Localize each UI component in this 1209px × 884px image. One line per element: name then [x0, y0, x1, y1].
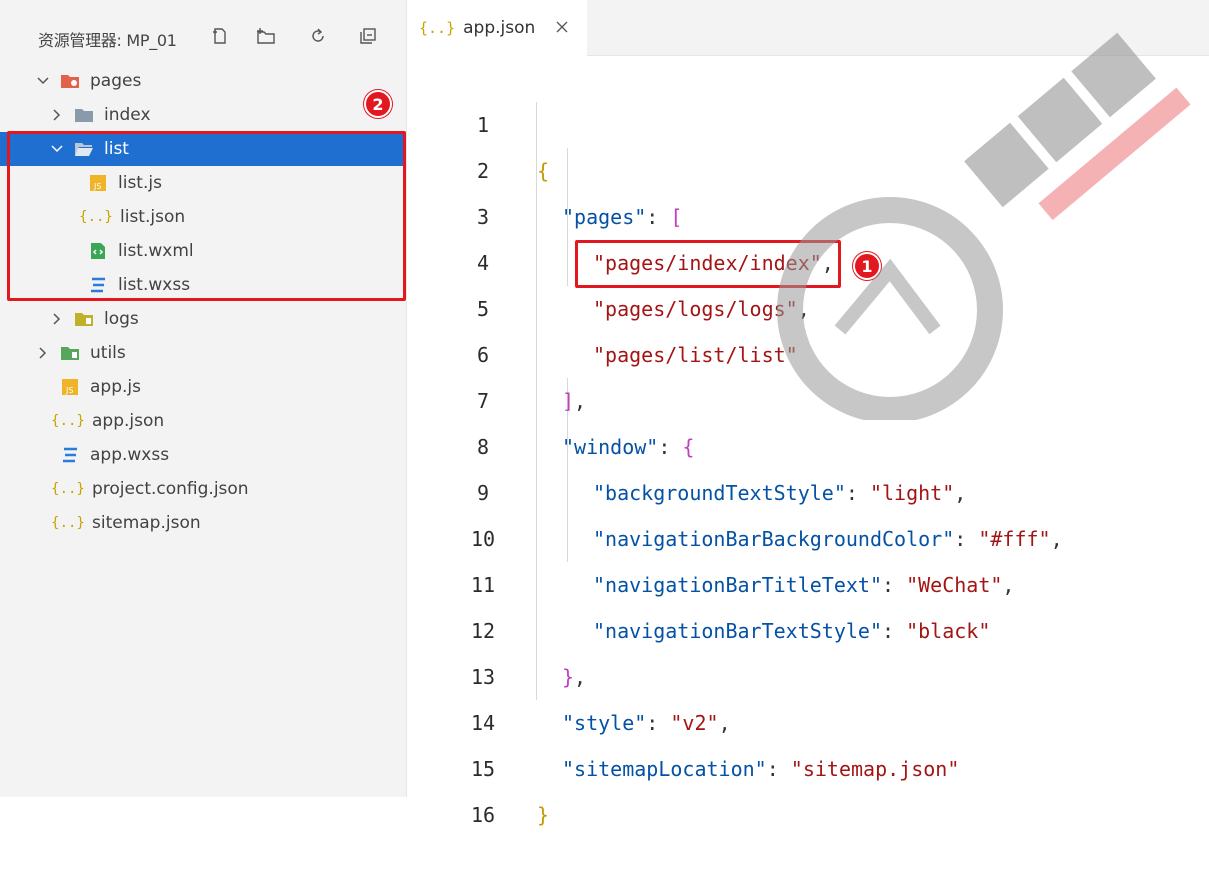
- code-line-14: 14 "sitemapLocation": "sitemap.json": [407, 654, 1209, 781]
- tree-item-list-wxml[interactable]: list.wxml: [0, 234, 406, 268]
- tree-item-label: utils: [90, 343, 126, 363]
- code-line-12: 12 },: [407, 562, 1209, 689]
- new-folder-icon[interactable]: [254, 24, 278, 48]
- tree-item-label: logs: [104, 309, 139, 329]
- explorer-header: 资源管理器: MP_01: [0, 0, 407, 64]
- code-line-2: 2 "pages": [: [407, 102, 1209, 229]
- tree-item-list-json[interactable]: {..} list.json: [0, 200, 406, 234]
- tree-item-app-wxss[interactable]: app.wxss: [0, 438, 406, 472]
- tree-item-label: list.json: [120, 207, 186, 227]
- tree-item-project-config-json[interactable]: {..} project.config.json: [0, 472, 406, 506]
- code-line-5: 5 "pages/list/list": [407, 240, 1209, 367]
- tree-item-label: app.json: [92, 411, 165, 431]
- json-file-icon: {..}: [79, 209, 113, 225]
- tree-item-app-json[interactable]: {..} app.json: [0, 404, 406, 438]
- chevron-right-icon: [48, 310, 66, 328]
- json-file-icon: {..}: [51, 515, 85, 531]
- tree-item-pages[interactable]: pages: [0, 64, 406, 98]
- tab-app-json[interactable]: {..} app.json: [407, 0, 587, 56]
- explorer-panel: 资源管理器: MP_01 pages index list JS list.js…: [0, 0, 407, 797]
- tab-label: app.json: [463, 18, 536, 38]
- tree-item-label: sitemap.json: [92, 513, 201, 533]
- json-file-icon: {..}: [419, 19, 456, 37]
- folder-logs-icon: [74, 309, 94, 329]
- tree-item-logs[interactable]: logs: [0, 302, 406, 336]
- svg-text:JS: JS: [93, 182, 101, 191]
- tree-item-list-js[interactable]: JS list.js: [0, 166, 406, 200]
- svg-text:JS: JS: [65, 386, 73, 395]
- code-line-4: 4 "pages/logs/logs",: [407, 194, 1209, 321]
- tree-item-app-js[interactable]: JS app.js: [0, 370, 406, 404]
- editor-tabbar: {..} app.json: [407, 0, 1209, 56]
- annotation-badge-2: 2: [364, 90, 392, 118]
- code-line-11: 11 "navigationBarTextStyle": "black": [407, 516, 1209, 643]
- tree-item-label: app.js: [90, 377, 141, 397]
- refresh-icon[interactable]: [306, 24, 330, 48]
- tree-item-index[interactable]: index: [0, 98, 406, 132]
- close-icon[interactable]: [553, 18, 571, 36]
- json-file-icon: {..}: [51, 413, 85, 429]
- line-number: 16: [470, 803, 496, 827]
- annotation-badge-1: 1: [853, 252, 881, 280]
- code-line-7: 7 "window": {: [407, 332, 1209, 459]
- tree-item-label: list.js: [118, 173, 162, 193]
- css-file-icon: [60, 445, 80, 465]
- folder-open-icon: [74, 139, 94, 159]
- tree-item-label: project.config.json: [92, 479, 249, 499]
- folder-pages-icon: [60, 71, 80, 91]
- json-file-icon: {..}: [51, 481, 85, 497]
- code-line-10: 10 "navigationBarTitleText": "WeChat",: [407, 470, 1209, 597]
- chevron-down-icon: [34, 72, 52, 90]
- code-line-3: 3 "pages/index/index",: [407, 148, 1209, 275]
- code-line-16: 16: [407, 746, 1209, 827]
- tree-item-utils[interactable]: utils: [0, 336, 406, 370]
- tree-item-sitemap-json[interactable]: {..} sitemap.json: [0, 506, 406, 540]
- tree-item-label: list.wxss: [118, 275, 191, 295]
- tree-item-label: app.wxss: [90, 445, 170, 465]
- code-line-8: 8 "backgroundTextStyle": "light",: [407, 378, 1209, 505]
- code-line-9: 9 "navigationBarBackgroundColor": "#fff"…: [407, 424, 1209, 551]
- code-line-1: 1 {: [407, 56, 1209, 183]
- chevron-right-icon: [34, 344, 52, 362]
- code-line-13: 13 "style": "v2",: [407, 608, 1209, 735]
- code-line-6: 6 ],: [407, 286, 1209, 413]
- css-file-icon: [88, 275, 108, 295]
- tree-item-label: list: [104, 139, 129, 159]
- chevron-right-icon: [48, 106, 66, 124]
- folder-utils-icon: [60, 343, 80, 363]
- code-line-15: 15 }: [407, 700, 1209, 827]
- wxml-file-icon: [88, 241, 108, 261]
- tree-item-label: pages: [90, 71, 142, 91]
- tree-item-list-wxss[interactable]: list.wxss: [0, 268, 406, 302]
- js-file-icon: JS: [60, 377, 80, 397]
- folder-icon: [74, 105, 94, 125]
- code-token: }: [537, 803, 550, 827]
- tree-item-label: index: [104, 105, 151, 125]
- explorer-title: 资源管理器: MP_01: [38, 31, 177, 50]
- code-editor[interactable]: 1 { 2 "pages": [ 3 "pages/index/index", …: [407, 56, 1209, 827]
- tree-item-list[interactable]: list: [0, 132, 406, 166]
- chevron-down-icon: [48, 140, 66, 158]
- new-file-icon[interactable]: [208, 24, 232, 48]
- collapse-all-icon[interactable]: [356, 24, 380, 48]
- tree-item-label: list.wxml: [118, 241, 194, 261]
- js-file-icon: JS: [88, 173, 108, 193]
